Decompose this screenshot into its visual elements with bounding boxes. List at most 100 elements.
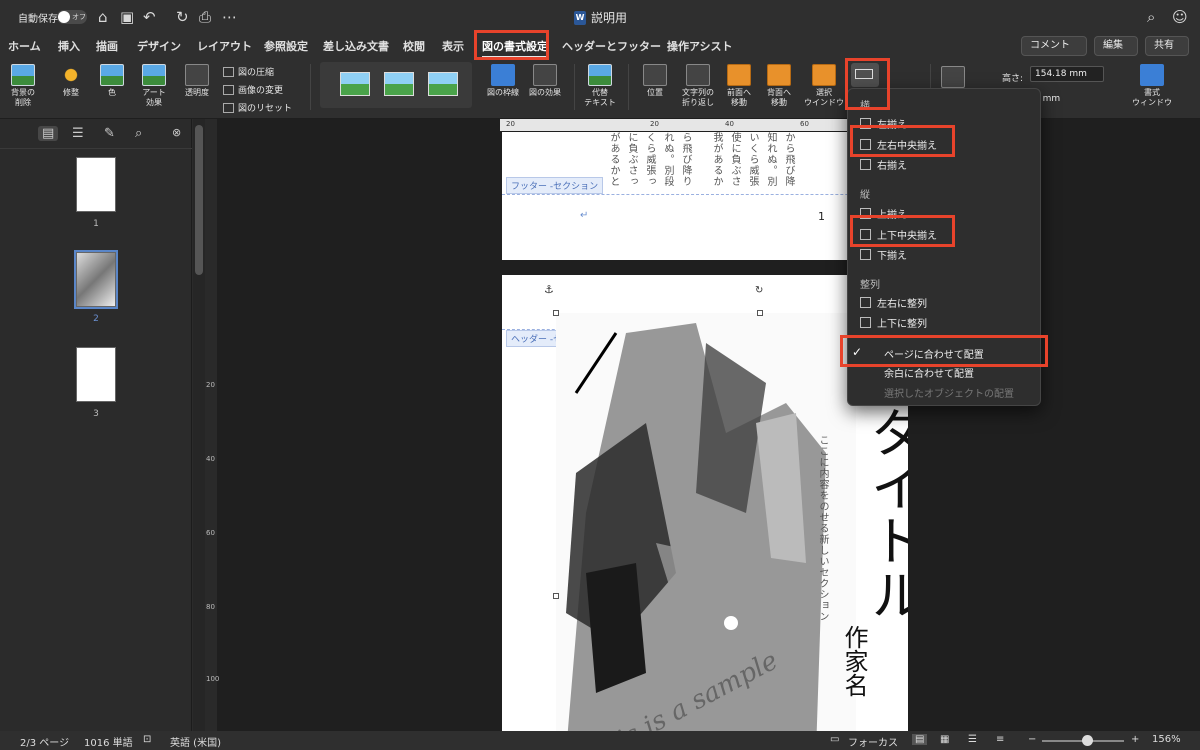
align-button[interactable] xyxy=(851,63,879,87)
tab-review[interactable]: 校閲 xyxy=(403,38,425,54)
format-pane-button[interactable]: 書式 ウィンドウ xyxy=(1128,64,1176,108)
tab-mailings[interactable]: 差し込み文書 xyxy=(323,38,389,54)
alt-text-button[interactable]: 代替 テキスト xyxy=(584,64,616,108)
change-picture-button[interactable]: 画像の変更 xyxy=(223,83,283,96)
account-icon[interactable]: ☺ xyxy=(1172,8,1188,26)
tab-picture-format[interactable]: 図の書式設定 xyxy=(482,38,548,58)
outline-tab-icon[interactable]: ☰ xyxy=(72,126,84,141)
send-backward-button[interactable]: 背面へ 移動 xyxy=(762,64,796,108)
align-left-item[interactable]: 左揃え xyxy=(860,116,907,131)
crop-button[interactable] xyxy=(940,66,966,90)
close-icon[interactable]: ⊗ xyxy=(172,126,181,139)
search-icon[interactable]: ⌕ xyxy=(1147,8,1155,26)
transparency-button[interactable]: 透明度 xyxy=(180,64,214,98)
resize-handle[interactable] xyxy=(553,310,559,316)
remove-background-button[interactable]: 背景の 削除 xyxy=(8,64,38,108)
wrap-icon xyxy=(686,64,710,86)
position-button[interactable]: 位置 xyxy=(640,64,670,98)
zoom-out-icon[interactable]: − xyxy=(1028,734,1036,745)
align-middle-item[interactable]: 上下中央揃え xyxy=(860,227,937,242)
illustration-image[interactable] xyxy=(556,313,856,731)
draft-view-icon[interactable]: ≡ xyxy=(996,734,1004,745)
zoom-level[interactable]: 156% xyxy=(1152,734,1181,745)
redo-icon[interactable]: ↻ xyxy=(176,8,189,26)
scrollbar-thumb[interactable] xyxy=(195,125,203,275)
print-icon[interactable]: ⎙ xyxy=(199,8,211,26)
picture-styles-gallery[interactable] xyxy=(320,62,472,108)
color-button[interactable]: 色 xyxy=(97,64,127,98)
align-center-horizontal-item[interactable]: 左右中央揃え xyxy=(860,137,937,152)
tab-references[interactable]: 参照設定 xyxy=(264,38,308,54)
picture-effects-button[interactable]: 図の効果 xyxy=(527,64,563,98)
compress-button[interactable]: 図の圧縮 xyxy=(223,65,274,78)
proofing-icon[interactable]: ⊡ xyxy=(143,734,151,745)
height-input[interactable]: 154.18 mm xyxy=(1030,66,1104,82)
focus-mode-label[interactable]: フォーカス xyxy=(848,734,898,749)
zoom-slider-handle[interactable] xyxy=(1082,735,1093,746)
align-top-item[interactable]: 上揃え xyxy=(860,206,907,221)
distribute-horizontal-icon xyxy=(860,297,871,308)
tab-home[interactable]: ホーム xyxy=(8,38,41,54)
style-thumb[interactable] xyxy=(340,72,370,96)
divider xyxy=(574,64,575,110)
tab-design[interactable]: デザイン xyxy=(137,38,181,54)
vertical-ruler-scroll[interactable] xyxy=(193,119,205,731)
brush-icon xyxy=(1140,64,1164,86)
language-status[interactable]: 英語 (米国) xyxy=(170,734,221,749)
paragraph-mark: ↵ xyxy=(580,210,589,221)
style-thumb[interactable] xyxy=(428,72,458,96)
align-bottom-item[interactable]: 下揃え xyxy=(860,247,907,262)
thumbnails-tab-icon[interactable]: ▤ xyxy=(38,126,59,141)
print-layout-icon[interactable]: ▤ xyxy=(912,734,928,745)
artistic-effects-button[interactable]: アート 効果 xyxy=(139,64,169,108)
tab-header-footer[interactable]: ヘッダーとフッター xyxy=(562,38,661,54)
wrap-text-button[interactable]: 文字列の 折り返し xyxy=(678,64,718,108)
word-count[interactable]: 1016 単語 xyxy=(84,734,133,749)
edit-button[interactable]: 編集 xyxy=(1094,36,1138,56)
tab-draw[interactable]: 描画 xyxy=(96,38,118,54)
edit-tab-icon[interactable]: ✎ xyxy=(104,126,115,141)
save-icon[interactable]: ▣ xyxy=(120,8,134,26)
tab-tell-me[interactable]: 操作アシスト xyxy=(667,38,733,54)
undo-icon[interactable]: ↶ xyxy=(143,8,156,26)
page-number: 1 xyxy=(818,210,825,223)
tab-layout[interactable]: レイアウト xyxy=(197,38,252,54)
web-layout-icon[interactable]: ▦ xyxy=(940,734,949,745)
style-thumb[interactable] xyxy=(384,72,414,96)
focus-icon[interactable]: ▭ xyxy=(830,734,839,745)
page-thumbnail[interactable] xyxy=(74,250,118,309)
page-thumbnail[interactable] xyxy=(76,347,116,402)
distribute-vertical-item[interactable]: 上下に整列 xyxy=(860,315,927,330)
corrections-button[interactable]: 修整 xyxy=(56,64,86,98)
tab-insert[interactable]: 挿入 xyxy=(58,38,80,54)
resize-handle[interactable] xyxy=(757,310,763,316)
ruler-label: 20 xyxy=(506,120,515,128)
outline-view-icon[interactable]: ☰ xyxy=(968,734,977,745)
anchor-icon[interactable]: ⚓ xyxy=(544,283,554,296)
bring-forward-button[interactable]: 前面へ 移動 xyxy=(722,64,756,108)
comment-button[interactable]: コメント xyxy=(1021,36,1087,56)
distribute-horizontal-item[interactable]: 左右に整列 xyxy=(860,295,927,310)
search-tab-icon[interactable]: ⌕ xyxy=(135,126,142,141)
picture-border-button[interactable]: 図の枠線 xyxy=(484,64,522,98)
align-to-page-item[interactable]: ページに合わせて配置 xyxy=(884,346,984,361)
rotate-handle-icon[interactable]: ↻ xyxy=(755,285,763,296)
tab-view[interactable]: 表示 xyxy=(442,38,464,54)
image-icon xyxy=(100,64,124,86)
horizontal-ruler[interactable]: 20 20 40 60 80 xyxy=(500,119,900,131)
reset-picture-button[interactable]: 図のリセット xyxy=(223,101,292,114)
autosave-toggle[interactable]: オフ xyxy=(57,10,87,24)
resize-handle[interactable] xyxy=(553,593,559,599)
zoom-in-icon[interactable]: + xyxy=(1131,734,1139,745)
align-right-item[interactable]: 右揃え xyxy=(860,157,907,172)
more-icon[interactable]: ⋯ xyxy=(222,8,237,26)
page-count[interactable]: 2/3 ページ xyxy=(20,734,69,749)
home-icon[interactable]: ⌂ xyxy=(98,8,108,26)
align-to-margin-item[interactable]: 余白に合わせて配置 xyxy=(884,365,974,380)
selection-pane-button[interactable]: 選択 ウインドウ xyxy=(803,64,845,108)
share-button[interactable]: 共有 xyxy=(1145,36,1189,56)
page-thumbnail[interactable] xyxy=(76,157,116,212)
sun-icon xyxy=(59,64,83,86)
menu-heading-vertical: 縦 xyxy=(860,190,870,201)
bring-forward-icon xyxy=(727,64,751,86)
